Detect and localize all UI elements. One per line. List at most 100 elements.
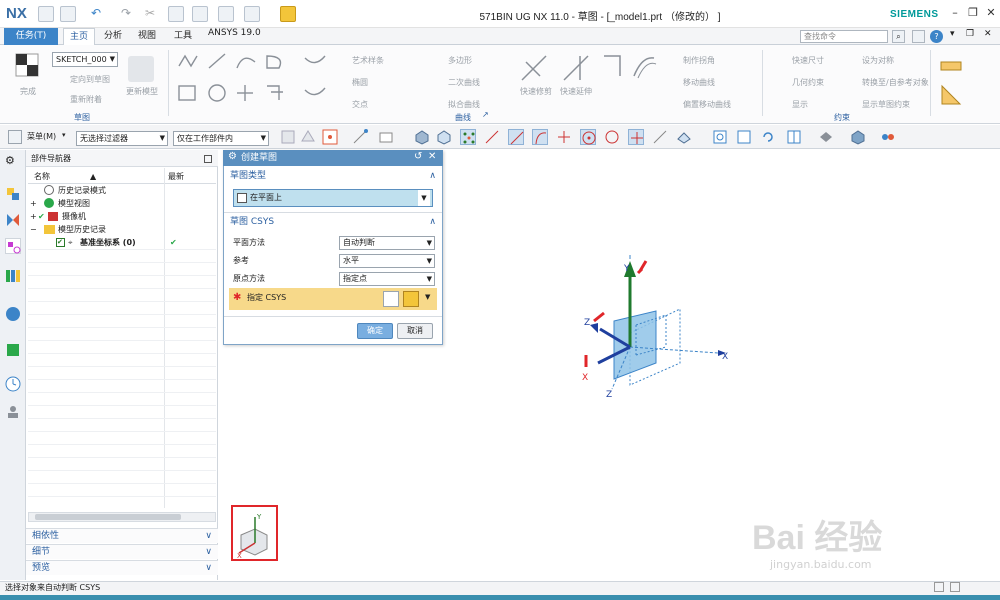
save-as-icon[interactable] (60, 6, 76, 22)
redo-icon[interactable]: ↷ (118, 6, 134, 22)
snap-endpoint2-icon[interactable] (508, 129, 524, 145)
close-sub-icon[interactable]: ✕ (984, 29, 992, 39)
command-search-input[interactable]: 查找命令 (800, 30, 888, 43)
intersection-point-label[interactable]: 交点 (352, 99, 368, 110)
move-curve-label[interactable]: 移动曲线 (683, 77, 715, 88)
save-icon[interactable] (38, 6, 54, 22)
scrollbar-thumb[interactable] (35, 514, 181, 520)
role-tab-icon[interactable] (5, 404, 21, 420)
chevron-up-icon[interactable]: ∧ (429, 169, 436, 184)
ok-button[interactable]: 确定 (357, 323, 393, 339)
triangle-ruler-icon[interactable] (940, 84, 962, 106)
offset-curve-icon[interactable] (630, 52, 658, 80)
copy-icon[interactable] (168, 6, 184, 22)
preview-panel[interactable]: 预览 ∨ (26, 560, 218, 575)
clock-history-icon[interactable] (5, 376, 21, 392)
render-style-icon[interactable] (818, 129, 834, 145)
snap-center-icon[interactable] (580, 129, 596, 145)
quick-trim-icon[interactable] (518, 52, 550, 84)
touch-mode-icon[interactable] (280, 6, 296, 22)
rapid-dimension-label[interactable]: 快速尺寸 (792, 55, 824, 66)
snap-on-surface-icon[interactable] (676, 129, 692, 145)
plane-method-select[interactable]: 自动判断 ▼ (339, 236, 435, 250)
show-hide-icon[interactable] (880, 129, 896, 145)
maximize-panel-icon[interactable] (204, 155, 212, 163)
chevron-down-icon[interactable]: ∨ (205, 561, 212, 576)
convert-reference-label[interactable]: 转换至/自参考对象 (862, 77, 929, 88)
details-panel[interactable]: 细节 ∨ (26, 544, 218, 559)
undo-icon[interactable]: ↶ (88, 6, 104, 22)
section-sketch-type[interactable]: 草图类型 ∧ (224, 169, 442, 184)
quick-extend-icon[interactable] (560, 52, 592, 84)
chevron-down-icon[interactable]: ∨ (205, 545, 212, 560)
menu-icon[interactable] (8, 130, 22, 144)
close-button[interactable]: ✕ (984, 6, 998, 20)
csys-dropdown-icon[interactable]: ▼ (425, 293, 430, 301)
inferred-csys-icon[interactable] (403, 291, 419, 307)
constraint-navigator-tab-icon[interactable] (5, 238, 21, 254)
reference-select[interactable]: 水平 ▼ (339, 254, 435, 268)
menu-dropdown-icon[interactable]: ▾ (62, 131, 66, 139)
part-navigator-tab-icon[interactable] (5, 186, 21, 202)
history-tab-icon[interactable] (5, 342, 21, 358)
edit-object-display-icon[interactable] (850, 129, 866, 145)
make-symmetric-label[interactable]: 设为对称 (862, 55, 894, 66)
snap-existing-point-icon[interactable] (628, 129, 644, 145)
update-model-icon[interactable] (128, 56, 154, 82)
polygon-label[interactable]: 多边形 (448, 55, 472, 66)
snap-grid-icon[interactable] (460, 129, 476, 145)
tree-item-datum-csys[interactable]: ✔ ⌖ 基准坐标系 (0) ✔ (30, 236, 210, 249)
chevron-up-icon[interactable]: ∧ (429, 215, 436, 230)
tab-view[interactable]: 视图 (132, 28, 162, 45)
orient-view-icon[interactable] (786, 129, 802, 145)
toolbar-options-icon[interactable] (912, 30, 925, 43)
collapse-icon[interactable]: − (30, 223, 37, 236)
offset-move-curve-label[interactable]: 偏置移动曲线 (683, 99, 731, 110)
snap-line-icon[interactable] (484, 129, 500, 145)
restore-button[interactable]: ❐ (966, 6, 980, 20)
col-latest-header[interactable]: 最新 (168, 170, 184, 184)
origin-method-select[interactable]: 指定点 ▼ (339, 272, 435, 286)
specify-csys-row[interactable]: ✱ 指定 CSYS ▼ (229, 288, 437, 310)
horizontal-scrollbar[interactable] (28, 512, 216, 522)
col-name-header[interactable]: 名称 (34, 170, 50, 184)
dialog-gear-icon[interactable]: ⚙ (228, 151, 237, 162)
tab-ansys[interactable]: ANSYS 19.0 (202, 28, 267, 45)
snap-rect-icon[interactable] (378, 129, 394, 145)
rotate-icon[interactable] (760, 129, 776, 145)
expand-icon[interactable]: + (30, 197, 37, 210)
expand-icon[interactable]: + (30, 210, 37, 223)
csys-dialog-icon[interactable] (383, 291, 399, 307)
snap-on-curve-icon[interactable] (652, 129, 668, 145)
show-sketch-constraints-label[interactable]: 显示草图约束 (862, 99, 910, 110)
settings-gear-icon[interactable]: ⚙ (5, 154, 21, 170)
dialog-close-icon[interactable]: ✕ (428, 151, 436, 162)
studio-spline-label[interactable]: 艺术样条 (352, 55, 384, 66)
section-sketch-csys[interactable]: 草图 CSYS ∧ (224, 215, 442, 230)
display-label[interactable]: 显示 (792, 99, 808, 110)
dependencies-panel[interactable]: 相依性 ∨ (26, 528, 218, 543)
paste-icon[interactable] (192, 6, 208, 22)
repeat-command-icon[interactable] (244, 6, 260, 22)
snap-midpoint-icon[interactable] (532, 129, 548, 145)
snap-intersection-icon[interactable] (556, 129, 572, 145)
menu-button[interactable]: 菜单(M) (27, 131, 56, 142)
collapse-ribbon-icon[interactable]: ▾ (950, 29, 955, 39)
restore-sub-icon[interactable]: ❐ (966, 29, 974, 39)
help-icon[interactable]: ? (930, 30, 943, 43)
view-triad[interactable]: Y X (231, 505, 278, 561)
sort-arrow-icon[interactable]: ▲ (90, 170, 96, 184)
curve-tools-icons[interactable] (175, 52, 335, 112)
tab-tools[interactable]: 工具 (168, 28, 198, 45)
snap-endpoint-icon[interactable] (352, 129, 368, 145)
print-icon[interactable] (218, 6, 234, 22)
task-menu-button[interactable]: 任务(T) (4, 28, 58, 45)
reset-icon[interactable]: ↺ (414, 151, 422, 162)
search-icon[interactable]: ⌕ (892, 30, 905, 43)
type-filter-select[interactable]: 无选择过滤器 ▼ (76, 131, 168, 146)
minimize-button[interactable]: – (948, 6, 962, 20)
reuse-library-tab-icon[interactable] (5, 268, 21, 284)
wire-body-icon[interactable] (436, 129, 452, 145)
tab-home[interactable]: 主页 (63, 28, 96, 45)
make-corner-icon[interactable] (600, 52, 628, 80)
